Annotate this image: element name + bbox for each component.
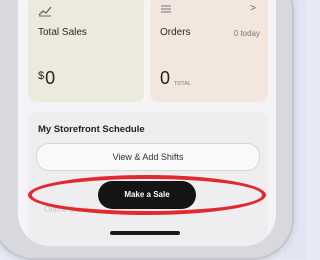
orders-total-tag: TOTAL	[174, 81, 192, 87]
list-icon	[160, 4, 172, 17]
view-add-shifts-button[interactable]: View & Add Shifts	[36, 143, 260, 171]
orders-total-value: 0	[160, 68, 171, 88]
total-sales-amount: 0	[45, 68, 56, 88]
orders-card[interactable]: > Orders 0 today 0 TOTAL	[150, 0, 268, 102]
total-sales-title: Total Sales	[38, 27, 87, 38]
phone-screen: Total Sales $0 > Orders 0 today 0 TOTAL …	[18, 0, 276, 246]
orders-title: Orders	[160, 27, 191, 38]
schedule-title: My Storefront Schedule	[38, 124, 145, 135]
currency-symbol: $	[38, 70, 45, 82]
chevron-right-icon: >	[250, 3, 256, 14]
home-indicator	[110, 231, 180, 235]
orders-today: 0 today	[233, 29, 260, 38]
total-sales-card[interactable]: Total Sales $0	[28, 0, 144, 102]
highlight-ellipse	[28, 175, 266, 215]
total-sales-value: $0	[38, 68, 55, 89]
chart-line-icon	[38, 5, 52, 20]
